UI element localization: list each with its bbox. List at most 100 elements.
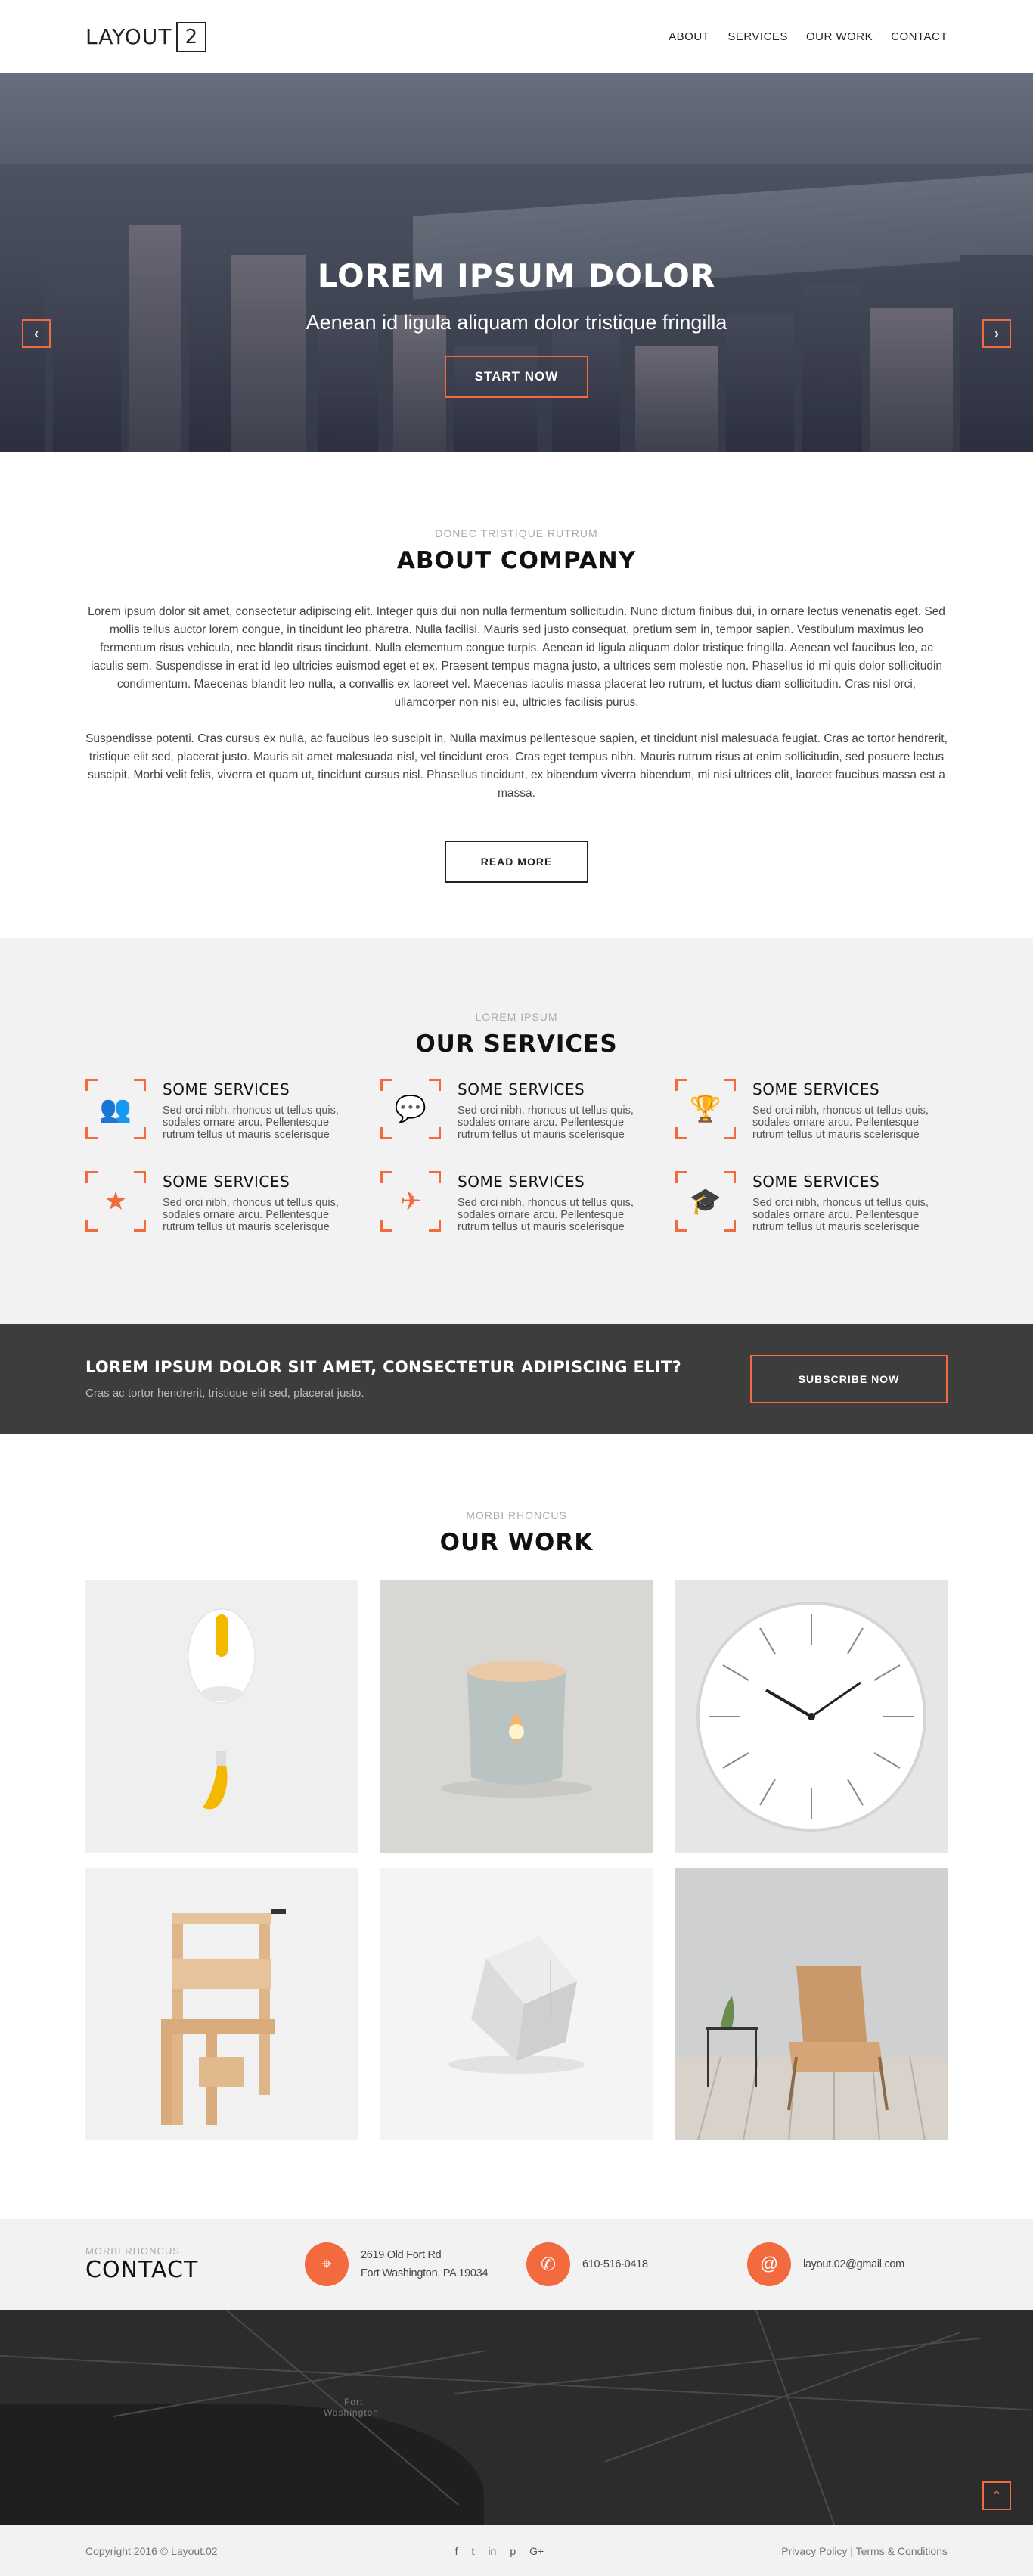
service-title: SOME SERVICES (458, 1080, 585, 1098)
map-road (755, 2310, 840, 2525)
hero-slider: ‹ › LOREM IPSUM DOLOR Aenean id ligula a… (0, 73, 1033, 452)
at-icon: @ (747, 2242, 791, 2286)
footer-separator: | (850, 2544, 853, 2557)
portfolio-item-clock[interactable] (675, 1580, 948, 1853)
work-kicker: MORBI RHONCUS (466, 1509, 567, 1521)
about-paragraph: Lorem ipsum dolor sit amet, consectetur … (88, 605, 945, 709)
service-item: 💬 SOME SERVICES Sed orci nibh, rhoncus ut… (380, 1079, 675, 1141)
hero-title: LOREM IPSUM DOLOR (317, 257, 716, 294)
subscribe-now-button[interactable]: SUBSCRIBE NOW (750, 1354, 948, 1403)
chat-icon: 💬 (380, 1079, 441, 1139)
cta-title: LOREM IPSUM DOLOR SIT AMET, CONSECTETUR … (85, 1358, 682, 1376)
plane-icon: ✈ (380, 1171, 441, 1232)
portfolio-item-candle[interactable] (380, 1580, 653, 1853)
site-footer: Copyright 2016 © Layout.02 f t in p G+ P… (0, 2525, 1033, 2576)
about-text: Lorem ipsum dolor sit amet, consectetur … (85, 603, 948, 803)
work-section: MORBI RHONCUS OUR WORK (0, 1434, 1033, 2219)
service-title: SOME SERVICES (458, 1173, 585, 1191)
lounge-chair-image (675, 1868, 948, 2140)
service-item: 🎓 SOME SERVICES Sed orci nibh, rhoncus ut… (675, 1171, 970, 1233)
nav-our-work[interactable]: OUR WORK (806, 30, 873, 43)
service-title: SOME SERVICES (163, 1080, 290, 1098)
facebook-icon[interactable]: f (455, 2545, 458, 2557)
portfolio-grid (85, 1580, 948, 2140)
copyright: Copyright 2016 © Layout.02 (85, 2544, 218, 2557)
contact-kicker: MORBI RHONCUS (85, 2245, 180, 2257)
nav-services[interactable]: SERVICES (727, 30, 788, 43)
portfolio-item-lounge-chair[interactable] (675, 1868, 948, 2140)
about-paragraph: Suspendisse potenti. Cras cursus ex null… (85, 732, 948, 800)
hero-subtitle: Aenean id ligula aliquam dolor tristique… (306, 311, 727, 334)
logo-text: LAYOUT (85, 24, 172, 49)
social-links: f t in p G+ (455, 2545, 544, 2557)
service-text: Sed orci nibh, rhoncus ut tellus quis, s… (752, 1105, 929, 1141)
graduation-cap-icon: 🎓 (675, 1171, 736, 1232)
services-kicker: LOREM IPSUM (475, 1011, 558, 1023)
service-text: Sed orci nibh, rhoncus ut tellus quis, s… (458, 1105, 634, 1141)
read-more-button[interactable]: READ MORE (445, 841, 588, 883)
service-text: Sed orci nibh, rhoncus ut tellus quis, s… (163, 1197, 339, 1233)
nav-contact[interactable]: CONTACT (891, 30, 948, 43)
cta-text: Cras ac tortor hendrerit, tristique elit… (85, 1387, 364, 1400)
work-title: OUR WORK (439, 1529, 594, 1556)
users-icon: 👥 (85, 1079, 146, 1139)
services-title: OUR SERVICES (415, 1030, 618, 1058)
map-road (604, 2332, 961, 2463)
candle-image (441, 1661, 592, 1798)
start-now-button[interactable]: START NOW (444, 356, 589, 398)
contact-title: CONTACT (85, 2257, 199, 2283)
address-line-1: 2619 Old Fort Rd (361, 2249, 442, 2261)
chevron-up-icon: ⌃ (991, 2490, 1002, 2503)
hero-content: LOREM IPSUM DOLOR Aenean id ligula aliqu… (0, 257, 1033, 398)
service-text: Sed orci nibh, rhoncus ut tellus quis, s… (458, 1197, 634, 1233)
pinterest-icon[interactable]: p (510, 2545, 516, 2557)
portfolio-item-chair[interactable] (85, 1868, 358, 2140)
portfolio-item-mouse[interactable] (85, 1580, 358, 1853)
logo[interactable]: LAYOUT 2 (85, 21, 207, 52)
nav-about[interactable]: ABOUT (669, 30, 709, 43)
contact-heading: MORBI RHONCUS CONTACT (85, 2245, 305, 2283)
service-item: 👥 SOME SERVICES Sed orci nibh, rhoncus ut… (85, 1079, 380, 1141)
privacy-policy-link[interactable]: Privacy Policy (781, 2545, 847, 2557)
phone-icon: ✆ (526, 2242, 570, 2286)
chair-image (161, 1909, 286, 2125)
clock-image (696, 1602, 926, 1832)
terms-link[interactable]: Terms & Conditions (856, 2545, 948, 2557)
contact-email[interactable]: @ layout.02@gmail.com (747, 2242, 904, 2286)
contact-section: MORBI RHONCUS CONTACT ⌖ 2619 Old Fort Rd… (0, 2219, 1033, 2310)
phone-number: 610-516-0418 (582, 2258, 648, 2270)
map[interactable]: Fort Washington ⌃ (0, 2310, 1033, 2525)
services-grid: 👥 SOME SERVICES Sed orci nibh, rhoncus ut… (85, 1079, 948, 1233)
map-pin-icon: ⌖ (305, 2242, 349, 2286)
service-item: ★ SOME SERVICES Sed orci nibh, rhoncus ut… (85, 1171, 380, 1233)
subscribe-banner: LOREM IPSUM DOLOR SIT AMET, CONSECTETUR … (0, 1324, 1033, 1434)
services-section: LOREM IPSUM OUR SERVICES 👥 SOME SERVICES… (0, 938, 1033, 1324)
footer-links: Privacy Policy | Terms & Conditions (781, 2545, 948, 2557)
about-section: DONEC TRISTIQUE RUTRUM ABOUT COMPANY Lor… (0, 452, 1033, 938)
map-label-fort: Fort (344, 2397, 364, 2407)
address-line-2: Fort Washington, PA 19034 (361, 2267, 489, 2279)
contact-address: ⌖ 2619 Old Fort Rd Fort Washington, PA 19… (305, 2242, 526, 2286)
contact-phone[interactable]: ✆ 610-516-0418 (526, 2242, 747, 2286)
site-header: LAYOUT 2 ABOUT SERVICES OUR WORK CONTACT (0, 0, 1033, 73)
map-label-washington: Washington (324, 2407, 379, 2418)
google-plus-icon[interactable]: G+ (529, 2545, 544, 2557)
back-to-top-button[interactable]: ⌃ (982, 2481, 1011, 2510)
cube-image (448, 1936, 585, 2074)
service-item: ✈ SOME SERVICES Sed orci nibh, rhoncus ut… (380, 1171, 675, 1233)
service-title: SOME SERVICES (752, 1080, 880, 1098)
twitter-icon[interactable]: t (472, 2545, 475, 2557)
service-title: SOME SERVICES (163, 1173, 290, 1191)
service-text: Sed orci nibh, rhoncus ut tellus quis, s… (163, 1105, 339, 1141)
trophy-icon: 🏆 (675, 1079, 736, 1139)
map-road (453, 2337, 981, 2394)
service-title: SOME SERVICES (752, 1173, 880, 1191)
portfolio-item-cube[interactable] (380, 1868, 653, 2140)
about-title: ABOUT COMPANY (396, 547, 637, 574)
star-icon: ★ (85, 1171, 146, 1232)
main-nav: ABOUT SERVICES OUR WORK CONTACT (669, 30, 948, 43)
linkedin-icon[interactable]: in (488, 2545, 496, 2557)
service-item: 🏆 SOME SERVICES Sed orci nibh, rhoncus ut… (675, 1079, 970, 1141)
mouse-image (188, 1608, 256, 1810)
email-address: layout.02@gmail.com (803, 2258, 904, 2270)
